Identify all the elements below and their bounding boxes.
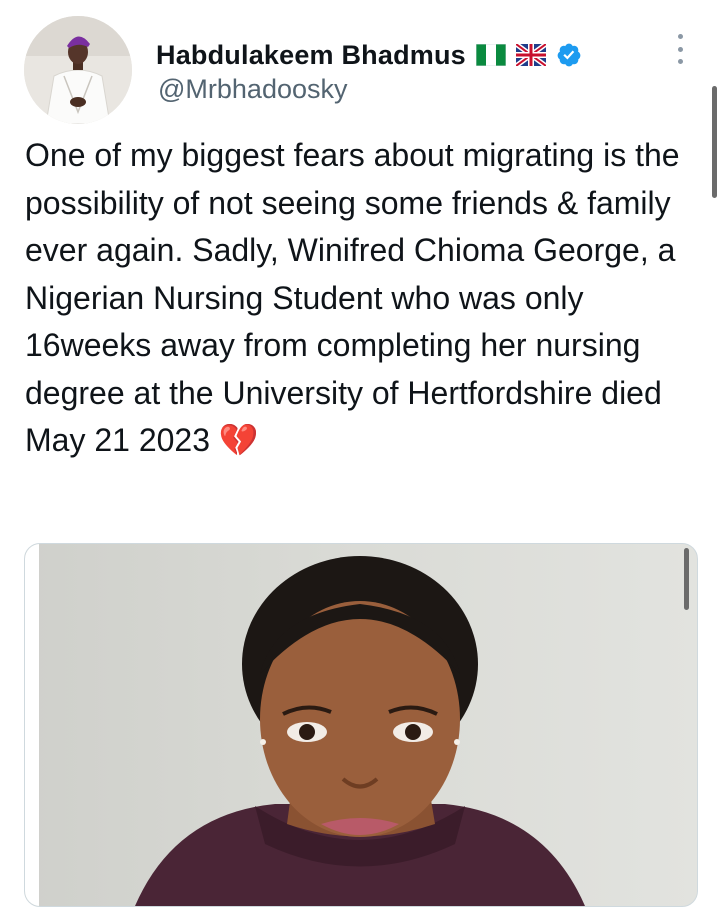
tweet-body: One of my biggest fears about migrating … [25, 137, 689, 458]
tweet-text: One of my biggest fears about migrating … [25, 132, 695, 465]
media-image [25, 544, 697, 906]
nigeria-flag-icon [475, 44, 506, 66]
author-handle[interactable]: @Mrbhadoosky [158, 74, 348, 105]
more-options-icon[interactable] [668, 34, 692, 64]
author-avatar[interactable] [24, 16, 132, 124]
more-dot [677, 59, 683, 64]
media-scrollbar[interactable] [684, 548, 689, 610]
broken-heart-emoji: 💔 [218, 422, 259, 458]
author-display-name[interactable]: Habdulakeem Bhadmus [156, 40, 466, 71]
avatar-photo [24, 16, 132, 124]
author-name-row: Habdulakeem Bhadmus [156, 38, 582, 72]
page-scrollbar[interactable] [712, 86, 717, 198]
more-dot [677, 34, 683, 39]
uk-flag-icon [515, 44, 546, 66]
verified-badge-icon[interactable] [556, 42, 582, 68]
tweet-media-photo[interactable] [24, 543, 698, 907]
more-dot [677, 46, 683, 52]
